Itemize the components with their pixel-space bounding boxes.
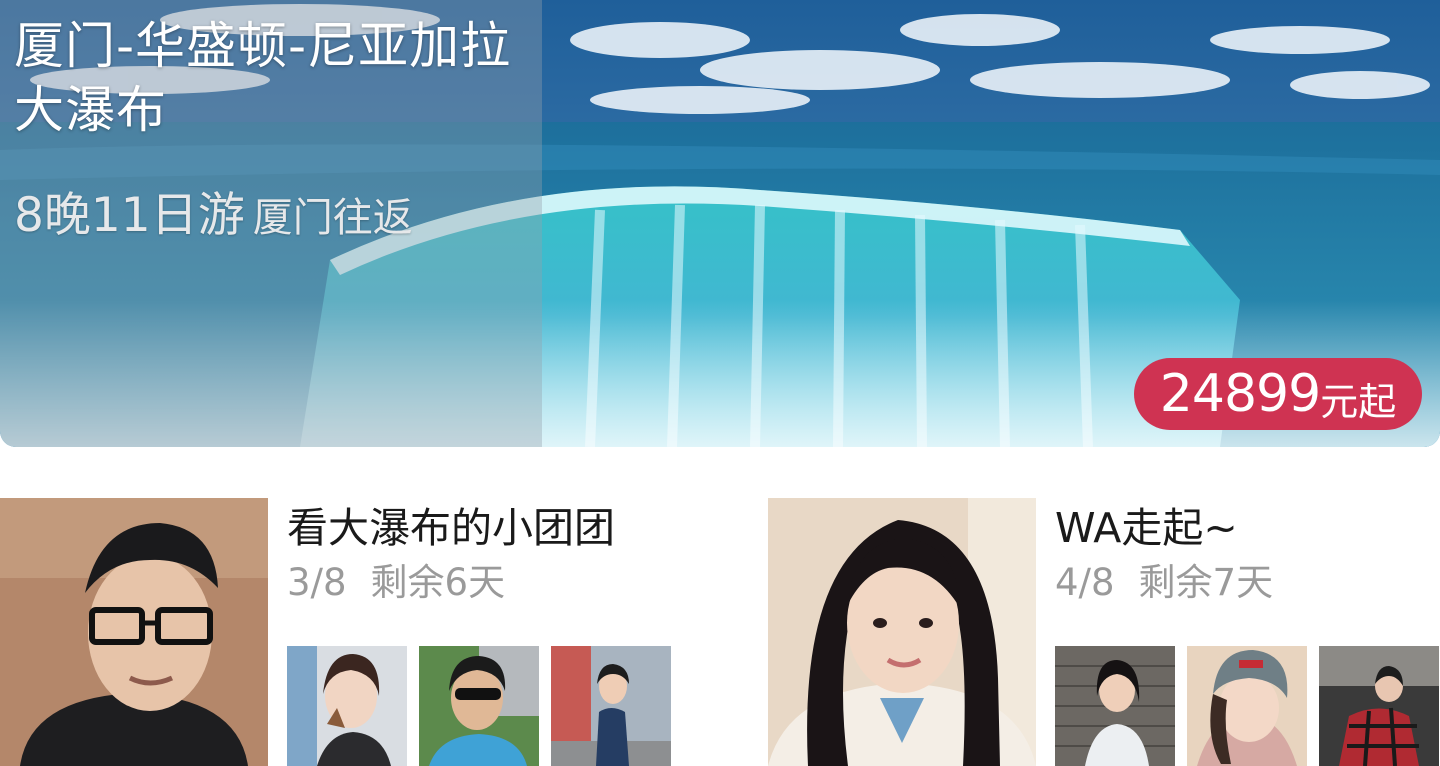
members-count: 3/8	[287, 561, 347, 604]
group-cover	[768, 498, 1036, 766]
group-name: 看大瀑布的小团团	[287, 504, 615, 552]
group-card[interactable]: 看大瀑布的小团团 3/8 剩余6天	[0, 498, 720, 766]
avatar-photo-girl-icecream	[287, 646, 407, 766]
group-meta: 4/8 剩余7天	[1055, 552, 1273, 606]
member-avatar[interactable]	[1319, 646, 1439, 766]
trip-banner[interactable]: 厦门-华盛顿-尼亚加拉大瀑布 8晚11日游 厦门往返 24899 元起	[0, 0, 1440, 447]
price-unit: 元起	[1320, 379, 1397, 424]
days-left: 剩余6天	[370, 561, 506, 604]
trip-route: 厦门往返	[252, 195, 413, 241]
members-count: 4/8	[1055, 561, 1115, 604]
member-avatar[interactable]	[419, 646, 539, 766]
avatar-photo-girl-plaid	[1319, 646, 1439, 766]
avatar-photo-girl-longhair	[768, 498, 1036, 766]
avatar-photo-man-glasses	[0, 498, 268, 766]
trip-duration: 8晚11日游	[14, 188, 245, 243]
price-number: 24899	[1159, 364, 1321, 424]
price-badge: 24899 元起	[1134, 358, 1422, 430]
member-avatar[interactable]	[551, 646, 671, 766]
days-left: 剩余7天	[1138, 561, 1274, 604]
trip-title: 厦门-华盛顿-尼亚加拉大瀑布	[14, 17, 512, 139]
avatar-photo-girl-street	[551, 646, 671, 766]
member-avatar[interactable]	[287, 646, 407, 766]
avatar-photo-boy-sunglasses	[419, 646, 539, 766]
group-name: WA走起~	[1055, 504, 1238, 552]
avatar-photo-girl-wall	[1055, 646, 1175, 766]
member-avatar[interactable]	[1055, 646, 1175, 766]
avatar-photo-girl-beanie	[1187, 646, 1307, 766]
group-cover	[0, 498, 268, 766]
trip-subtitle: 8晚11日游 厦门往返	[14, 176, 413, 245]
group-card[interactable]: WA走起~ 4/8 剩余7天	[768, 498, 1440, 766]
member-avatar[interactable]	[1187, 646, 1307, 766]
group-meta: 3/8 剩余6天	[287, 552, 505, 606]
